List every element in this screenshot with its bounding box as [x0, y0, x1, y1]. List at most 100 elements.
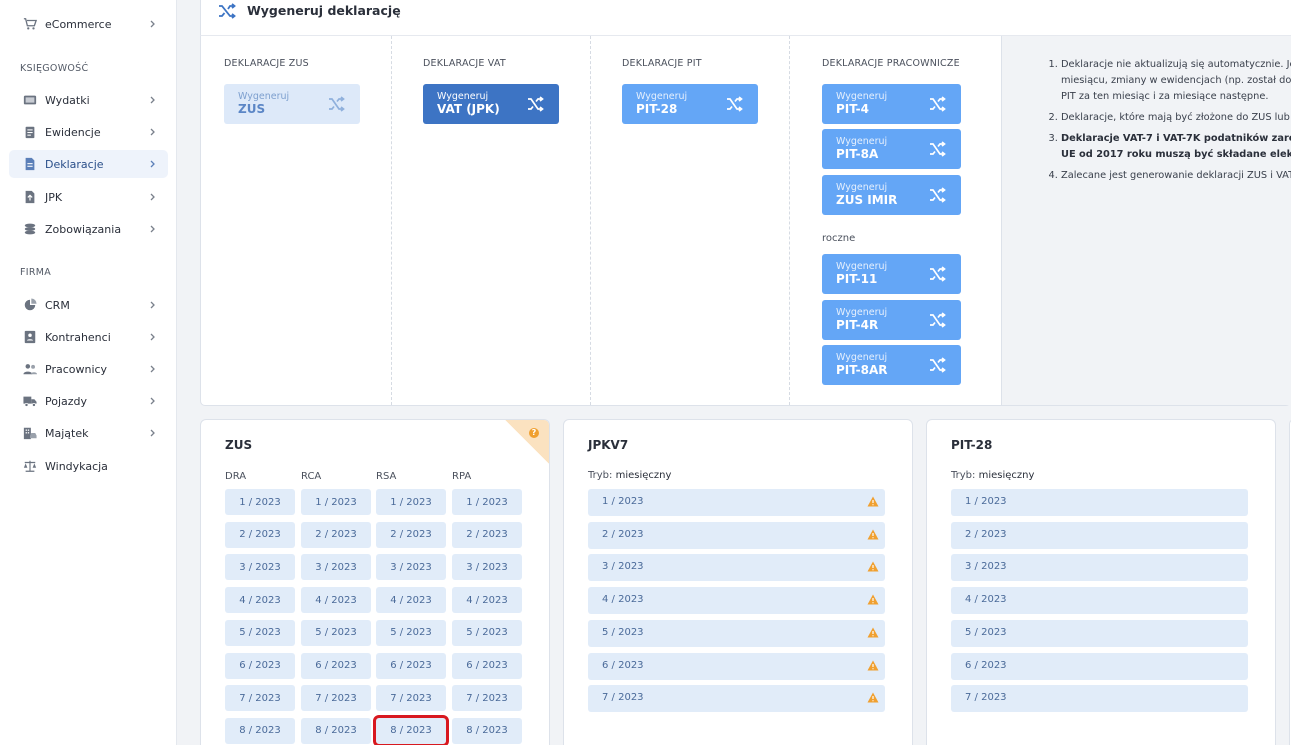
cart-icon — [22, 16, 38, 32]
period-cell-rsa[interactable]: 2 / 2023 — [376, 521, 446, 548]
period-cell-rpa[interactable]: 8 / 2023 — [452, 717, 522, 744]
sidebar-item-ewidencje[interactable]: Ewidencje — [9, 118, 168, 146]
pie-chart-icon — [22, 297, 38, 313]
sidebar-item-label: Kontrahenci — [45, 330, 111, 344]
period-cell-rpa[interactable]: 3 / 2023 — [452, 554, 522, 581]
generate-vat-jpk-button[interactable]: Wygeneruj VAT (JPK) — [423, 84, 559, 124]
period-row[interactable]: 3 / 2023 — [951, 554, 1248, 582]
sidebar-item-jpk[interactable]: JPK — [9, 183, 168, 211]
generate-pit-11-button[interactable]: Wygeneruj PIT-11 — [822, 254, 961, 294]
sidebar-item-ecommerce[interactable]: eCommerce — [9, 10, 168, 38]
period-label: 1 / 2023 — [602, 496, 644, 507]
generate-pit-4r-button[interactable]: Wygeneruj PIT-4R — [822, 300, 961, 340]
period-cell-rca[interactable]: 5 / 2023 — [301, 619, 371, 646]
period-row[interactable]: 7 / 2023 — [588, 685, 885, 713]
period-cell-rsa[interactable]: 4 / 2023 — [376, 587, 446, 614]
sidebar-item-kontrahenci[interactable]: Kontrahenci — [9, 323, 168, 351]
period-cell-dra[interactable]: 3 / 2023 — [225, 554, 295, 581]
vat-declarations-column: DEKLARACJE VAT Wygeneruj VAT (JPK) — [392, 36, 591, 405]
period-cell-rpa[interactable]: 2 / 2023 — [452, 521, 522, 548]
sidebar-item-label: JPK — [45, 190, 63, 204]
notes-list: Deklaracje nie aktualizują się automatyc… — [1047, 57, 1291, 189]
generate-zus-button[interactable]: Wygeneruj ZUS — [224, 84, 360, 124]
button-subtitle: Wygeneruj — [836, 136, 888, 147]
period-cell-rpa[interactable]: 4 / 2023 — [452, 587, 522, 614]
warning-triangle-icon — [867, 496, 879, 507]
period-cell-rca[interactable]: 3 / 2023 — [301, 554, 371, 581]
period-cell-rca[interactable]: 1 / 2023 — [301, 489, 371, 515]
column-title: DEKLARACJE PIT — [622, 58, 702, 69]
period-row[interactable]: 6 / 2023 — [588, 652, 885, 680]
shuffle-icon — [930, 312, 946, 328]
period-row[interactable]: 2 / 2023 — [588, 521, 885, 549]
generate-zus-imir-button[interactable]: Wygeneruj ZUS IMIR — [822, 175, 961, 215]
period-cell-rpa[interactable]: 7 / 2023 — [452, 685, 522, 712]
period-cell-dra[interactable]: 2 / 2023 — [225, 521, 295, 548]
period-cell-rsa[interactable]: 3 / 2023 — [376, 554, 446, 581]
period-cell-dra[interactable]: 8 / 2023 — [225, 717, 295, 744]
generate-pit-4-button[interactable]: Wygeneruj PIT-4 — [822, 84, 961, 124]
period-label: 6 / 2023 — [965, 659, 1007, 671]
shuffle-icon — [930, 187, 946, 203]
period-row[interactable]: 1 / 2023 — [588, 489, 885, 516]
generate-pit-28-button[interactable]: Wygeneruj PIT-28 — [622, 84, 758, 124]
period-row[interactable]: 4 / 2023 — [951, 587, 1248, 615]
help-icon[interactable]: ? — [529, 428, 539, 438]
period-cell-rca[interactable]: 8 / 2023 — [301, 717, 371, 744]
column-header-dra: DRA — [225, 471, 247, 482]
period-cell-rsa[interactable]: 7 / 2023 — [376, 685, 446, 712]
column-header-rca: RCA — [301, 471, 322, 482]
period-cell-dra[interactable]: 7 / 2023 — [225, 685, 295, 712]
button-label: PIT-4R — [836, 318, 879, 332]
period-row[interactable]: 1 / 2023 — [951, 489, 1248, 516]
sidebar-item-windykacja[interactable]: Windykacja — [9, 452, 168, 480]
period-cell-dra[interactable]: 5 / 2023 — [225, 619, 295, 646]
period-cell-rca[interactable]: 7 / 2023 — [301, 685, 371, 712]
period-cell-dra[interactable]: 6 / 2023 — [225, 652, 295, 679]
button-subtitle: Wygeneruj — [836, 261, 888, 272]
sidebar-item-crm[interactable]: CRM — [9, 291, 168, 319]
period-cell-rsa[interactable]: 8 / 2023 — [373, 714, 449, 745]
period-row[interactable]: 2 / 2023 — [951, 521, 1248, 549]
sidebar-item-wydatki[interactable]: Wydatki — [9, 86, 168, 114]
period-row[interactable]: 5 / 2023 — [588, 619, 885, 647]
jpkv7-card: JPKV7 Tryb: miesięczny 1 / 2023 2 / 2023 3… — [563, 419, 913, 745]
shuffle-icon — [930, 266, 946, 282]
period-cell-rsa[interactable]: 5 / 2023 — [376, 619, 446, 646]
sidebar-item-pracownicy[interactable]: Pracownicy — [9, 355, 168, 383]
period-cell-dra[interactable]: 1 / 2023 — [225, 489, 295, 515]
period-row[interactable]: 4 / 2023 — [588, 587, 885, 615]
people-icon — [22, 361, 38, 377]
period-cell-rca[interactable]: 6 / 2023 — [301, 652, 371, 679]
button-subtitle: Wygeneruj — [238, 91, 290, 102]
help-corner[interactable]: ? — [505, 420, 549, 464]
sidebar-item-zobowiazania[interactable]: Zobowiązania — [9, 215, 168, 243]
chevron-right-icon — [146, 330, 160, 344]
period-cell-dra[interactable]: 4 / 2023 — [225, 587, 295, 614]
button-subtitle: Wygeneruj — [836, 91, 888, 102]
button-label: PIT-8AR — [836, 363, 888, 377]
shuffle-icon — [930, 96, 946, 112]
declarations-panel: DEKLARACJE ZUS Wygeneruj ZUS DEKLARACJE … — [200, 36, 1291, 406]
period-row[interactable]: 3 / 2023 — [588, 554, 885, 582]
button-label: PIT-28 — [636, 102, 678, 116]
period-row[interactable]: 7 / 2023 — [951, 685, 1248, 713]
generate-pit-8a-button[interactable]: Wygeneruj PIT-8A — [822, 129, 961, 169]
chevron-right-icon — [146, 394, 160, 408]
period-row[interactable]: 6 / 2023 — [951, 652, 1248, 680]
period-cell-rsa[interactable]: 6 / 2023 — [376, 652, 446, 679]
period-cell-rca[interactable]: 2 / 2023 — [301, 521, 371, 548]
period-cell-rpa[interactable]: 6 / 2023 — [452, 652, 522, 679]
sidebar-item-majatek[interactable]: Majątek — [9, 419, 168, 447]
period-cell-rsa[interactable]: 1 / 2023 — [376, 489, 446, 515]
annual-label: roczne — [822, 233, 856, 244]
period-cell-rca[interactable]: 4 / 2023 — [301, 587, 371, 614]
sidebar-item-deklaracje[interactable]: Deklaracje — [9, 150, 168, 178]
period-row[interactable]: 5 / 2023 — [951, 619, 1248, 647]
warning-triangle-icon — [867, 561, 879, 572]
sidebar-item-pojazdy[interactable]: Pojazdy — [9, 387, 168, 415]
note-item: Zalecane jest generowanie deklaracji ZUS… — [1061, 168, 1291, 184]
period-cell-rpa[interactable]: 5 / 2023 — [452, 619, 522, 646]
generate-pit-8ar-button[interactable]: Wygeneruj PIT-8AR — [822, 345, 961, 385]
period-cell-rpa[interactable]: 1 / 2023 — [452, 489, 522, 515]
